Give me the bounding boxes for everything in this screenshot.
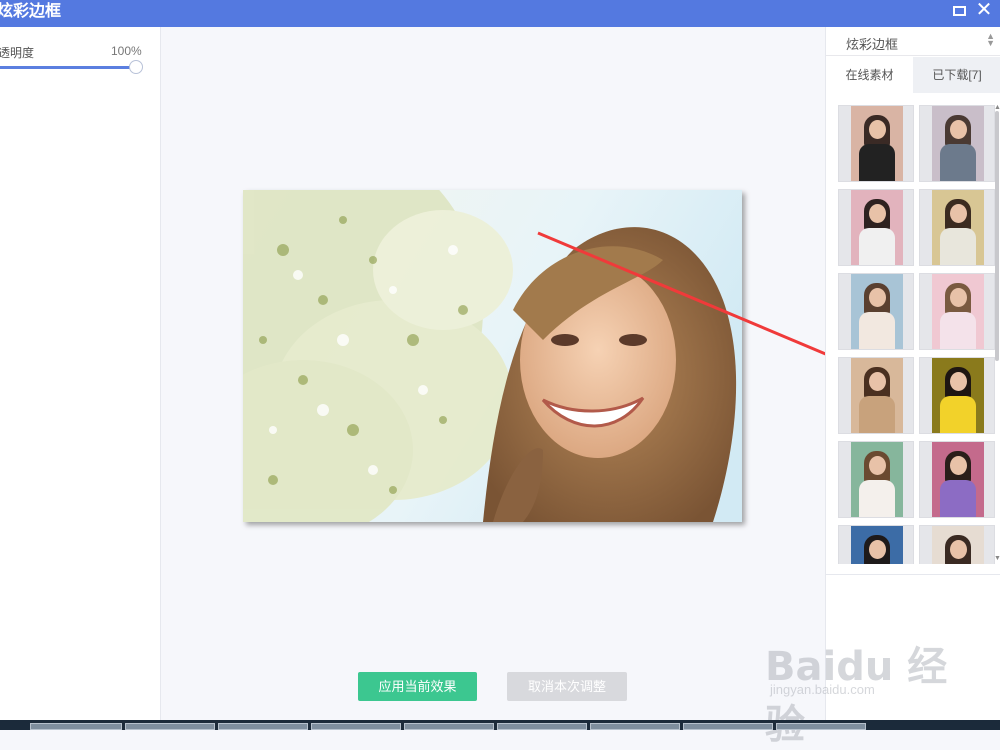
thumbnail-photo bbox=[851, 274, 903, 349]
taskbar-item[interactable] bbox=[683, 723, 773, 730]
thumbnail-face bbox=[950, 372, 967, 391]
taskbar-item[interactable] bbox=[125, 723, 215, 730]
scroll-down-icon[interactable]: ▼ bbox=[994, 555, 1000, 562]
opacity-slider-thumb[interactable] bbox=[129, 60, 143, 74]
thumbnail-photo bbox=[932, 358, 984, 433]
frame-thumbnail[interactable] bbox=[919, 273, 995, 350]
maximize-icon bbox=[952, 6, 966, 16]
thumbnail-face bbox=[869, 288, 886, 307]
taskbar-item[interactable] bbox=[590, 723, 680, 730]
taskbar-item[interactable] bbox=[311, 723, 401, 730]
taskbar bbox=[0, 720, 1000, 730]
frame-category-select[interactable]: 炫彩边框 ▲ ▼ bbox=[826, 27, 1000, 56]
preview-canvas: 应用当前效果 取消本次调整 bbox=[162, 27, 825, 720]
thumbnail-body bbox=[940, 228, 976, 265]
thumbnail-body bbox=[940, 396, 976, 433]
thumbnail-face bbox=[950, 204, 967, 223]
frame-thumbnail[interactable] bbox=[838, 441, 914, 518]
frame-thumbnail[interactable] bbox=[919, 105, 995, 182]
thumbnail-photo bbox=[932, 106, 984, 181]
thumbnail-face bbox=[950, 288, 967, 307]
thumbnail-body bbox=[859, 480, 895, 517]
frame-thumbnail[interactable] bbox=[919, 357, 995, 434]
thumbnail-body bbox=[940, 480, 976, 517]
panel-divider bbox=[826, 574, 1000, 575]
thumbnail-face bbox=[950, 120, 967, 139]
tab-downloaded[interactable]: 已下载[7] bbox=[913, 57, 1000, 93]
opacity-label: 透明度 bbox=[0, 46, 35, 60]
settings-panel: 透明度 100% bbox=[0, 27, 161, 720]
close-button[interactable]: ✕ bbox=[973, 0, 995, 22]
thumbnail-body bbox=[859, 312, 895, 349]
frame-thumbnail[interactable] bbox=[919, 189, 995, 266]
photo-image bbox=[243, 190, 742, 522]
material-panel: 炫彩边框 ▲ ▼ 在线素材 已下载[7] ▲ ▼ bbox=[825, 27, 1000, 720]
scrollbar-thumb[interactable] bbox=[995, 111, 999, 361]
thumbnail-photo bbox=[851, 106, 903, 181]
apply-effect-button[interactable]: 应用当前效果 bbox=[358, 672, 477, 701]
thumbnail-face bbox=[950, 540, 967, 559]
opacity-slider-track[interactable] bbox=[0, 66, 136, 69]
thumbnail-body bbox=[940, 144, 976, 181]
frame-thumbnail-grid bbox=[826, 102, 1000, 564]
frame-thumbnail[interactable] bbox=[838, 105, 914, 182]
baidu-watermark: Baidu 经验 jingyan.baidu.com bbox=[765, 620, 965, 748]
thumbnail-face bbox=[869, 372, 886, 391]
thumbnail-photo bbox=[851, 190, 903, 265]
thumbnail-face bbox=[869, 204, 886, 223]
tab-online-materials[interactable]: 在线素材 bbox=[826, 57, 913, 93]
updown-arrows-icon: ▲ ▼ bbox=[986, 31, 995, 48]
opacity-value: 100% bbox=[111, 44, 142, 58]
thumbnail-body bbox=[859, 144, 895, 181]
thumbnail-photo bbox=[932, 274, 984, 349]
maximize-button[interactable] bbox=[948, 0, 970, 22]
thumbnail-photo bbox=[932, 526, 984, 564]
thumbnail-face bbox=[869, 540, 886, 559]
watermark-url: jingyan.baidu.com bbox=[770, 682, 875, 697]
preview-photo bbox=[243, 190, 742, 522]
thumbnail-body bbox=[940, 312, 976, 349]
frame-thumbnail[interactable] bbox=[838, 273, 914, 350]
thumbnail-face bbox=[869, 120, 886, 139]
frame-thumbnail[interactable] bbox=[919, 441, 995, 518]
taskbar-item[interactable] bbox=[30, 723, 122, 730]
frame-thumbnail[interactable] bbox=[838, 189, 914, 266]
taskbar-item[interactable] bbox=[404, 723, 494, 730]
frame-category-value: 炫彩边框 bbox=[846, 37, 899, 52]
thumbnail-photo bbox=[932, 190, 984, 265]
frame-thumbnail[interactable] bbox=[838, 525, 914, 564]
thumbnail-body bbox=[859, 228, 895, 265]
frame-thumbnail[interactable] bbox=[838, 357, 914, 434]
thumbnail-photo bbox=[851, 358, 903, 433]
thumbnail-photo bbox=[932, 442, 984, 517]
thumbnail-face bbox=[950, 456, 967, 475]
thumbnail-photo bbox=[851, 526, 903, 564]
cancel-adjustment-button[interactable]: 取消本次调整 bbox=[507, 672, 627, 701]
frame-thumbnail[interactable] bbox=[919, 525, 995, 564]
thumbnail-photo bbox=[851, 442, 903, 517]
taskbar-item[interactable] bbox=[218, 723, 308, 730]
thumbnail-body bbox=[859, 396, 895, 433]
title-bar: 炫彩边框 ✕ bbox=[0, 0, 1000, 27]
thumbnail-scrollbar[interactable]: ▲ ▼ bbox=[994, 104, 1000, 565]
window-title: 炫彩边框 bbox=[0, 3, 62, 20]
taskbar-item[interactable] bbox=[776, 723, 866, 730]
taskbar-item[interactable] bbox=[497, 723, 587, 730]
material-tabs: 在线素材 已下载[7] bbox=[826, 57, 1000, 93]
thumbnail-face bbox=[869, 456, 886, 475]
